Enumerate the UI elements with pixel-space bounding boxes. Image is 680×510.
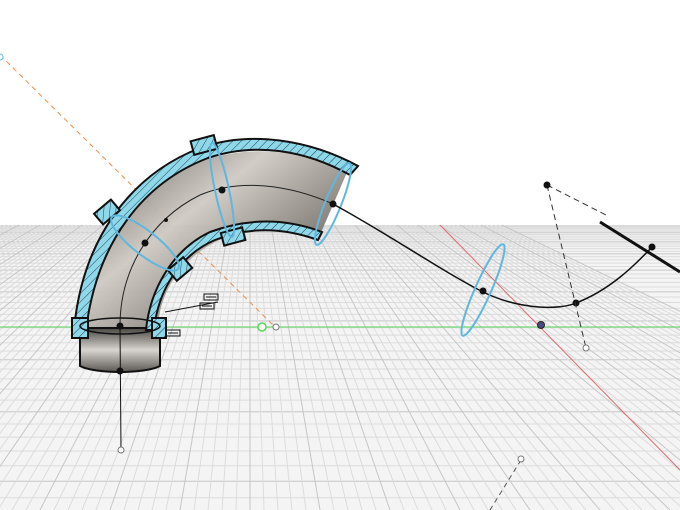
- control-point-icon[interactable]: [517, 455, 525, 463]
- path-node[interactable]: [543, 181, 551, 189]
- control-point-icon[interactable]: [582, 344, 590, 352]
- path-node[interactable]: [218, 186, 226, 194]
- path-node[interactable]: [648, 243, 656, 251]
- control-point-icon[interactable]: [117, 446, 125, 454]
- sketch-point[interactable]: [537, 321, 545, 329]
- origin-point-icon[interactable]: [257, 322, 267, 332]
- path-node[interactable]: [141, 239, 149, 247]
- path-node[interactable]: [116, 367, 124, 375]
- path-node[interactable]: [164, 218, 168, 222]
- pipe-joint-block: [71, 317, 89, 339]
- control-point-icon[interactable]: [272, 323, 280, 331]
- cad-viewport[interactable]: [0, 0, 680, 510]
- control-point-icon[interactable]: [0, 53, 4, 61]
- path-node[interactable]: [479, 287, 487, 295]
